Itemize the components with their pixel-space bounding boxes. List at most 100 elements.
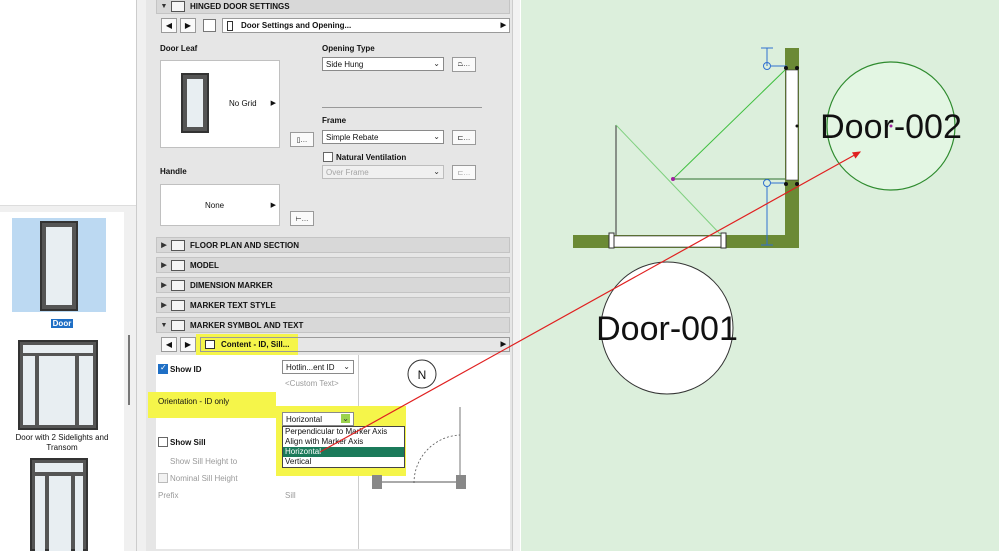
section-hinged-door-settings[interactable]: ▼ HINGED DOOR SETTINGS <box>156 0 510 14</box>
door-sidelights-thumbnail-icon <box>18 340 98 430</box>
collapse-triangle-icon: ▼ <box>160 2 168 10</box>
section-marker-text-style[interactable]: ▶ MARKER TEXT STYLE <box>156 297 510 313</box>
chevron-right-icon: ▶ <box>270 202 276 209</box>
door-leaf-preview-icon <box>181 73 209 133</box>
plan-canvas[interactable]: Door-002 Door-001 <box>521 0 999 551</box>
library-item-door[interactable]: Door <box>0 218 124 328</box>
show-id-checkbox[interactable] <box>158 363 168 374</box>
section-floor-plan[interactable]: ▶ FLOOR PLAN AND SECTION <box>156 237 510 253</box>
handle-options-button[interactable]: ⊢… <box>290 211 314 226</box>
opening-type-options-button[interactable]: ⏢… <box>452 57 476 72</box>
expand-triangle-icon: ▶ <box>161 302 167 309</box>
chevron-right-icon: ▶ <box>500 341 506 348</box>
library-panel: Door Door with 2 Sidelights and Transom <box>0 0 146 551</box>
floor-plan-icon <box>171 239 185 251</box>
show-sill-height-label: Show Sill Height to <box>170 457 238 466</box>
library-item-door-transom[interactable] <box>0 458 124 551</box>
jamb-left-icon <box>372 475 382 489</box>
model-icon <box>171 259 185 271</box>
door-leaf-options-button[interactable]: ▯… <box>290 132 314 147</box>
prev-page-button[interactable]: ◀ <box>161 337 177 352</box>
jamb-right-icon <box>456 475 466 489</box>
section-dimension-marker[interactable]: ▶ DIMENSION MARKER <box>156 277 510 293</box>
door-leaf-tile[interactable]: No Grid ▶ <box>160 60 280 148</box>
next-page-button[interactable]: ▶ <box>180 337 196 352</box>
chevron-down-icon: ⌄ <box>433 132 440 141</box>
floor-plan-drawing: Door-002 Door-001 <box>573 47 962 395</box>
chevron-down-icon: ⌄ <box>433 59 440 68</box>
library-item-label: Door <box>50 319 74 328</box>
chevron-down-icon: ⌄ <box>341 414 350 423</box>
door-settings-icon <box>171 0 185 12</box>
handle-value: None <box>205 201 225 210</box>
section-marker-symbol-and-text[interactable]: ▼ MARKER SYMBOL AND TEXT <box>156 317 510 333</box>
door-001-jamb-right <box>720 232 727 249</box>
handle-tile[interactable]: None ▶ <box>160 184 280 226</box>
hotspot <box>795 124 799 128</box>
hotspot <box>795 66 799 70</box>
divider <box>322 107 482 108</box>
settings-scrollbar[interactable] <box>512 0 520 551</box>
pivot-point <box>671 177 675 181</box>
door-icon <box>227 20 233 31</box>
nominal-sill-height-label: Nominal Sill Height <box>170 474 238 483</box>
orientation-select[interactable]: Horizontal ⌄ <box>282 412 354 426</box>
door-leaf-label: Door Leaf <box>160 44 198 53</box>
page-list-icon[interactable] <box>203 19 216 32</box>
marker-text-style-icon <box>171 299 185 311</box>
expand-triangle-icon: ▶ <box>161 242 167 249</box>
door-002-tag[interactable]: Door-002 <box>820 108 962 146</box>
expand-triangle-icon: ▶ <box>161 262 167 269</box>
library-item-door-sidelights[interactable]: Door with 2 Sidelights and Transom <box>0 338 124 453</box>
library-item-label: Door with 2 Sidelights and Transom <box>15 433 109 452</box>
show-sill-checkbox[interactable] <box>158 437 168 447</box>
orientation-label: Orientation - ID only <box>158 397 230 406</box>
frame-options-button[interactable]: ⊏… <box>452 130 476 145</box>
marker-page-selector[interactable]: Content - ID, Sill... ▶ <box>200 337 510 352</box>
door-001-tag[interactable]: Door-001 <box>596 310 738 348</box>
expand-triangle-icon: ▶ <box>161 282 167 289</box>
section-model[interactable]: ▶ MODEL <box>156 257 510 273</box>
ventilation-options-button: ⊏… <box>452 165 476 180</box>
north-label: N <box>418 368 427 382</box>
prev-page-button[interactable]: ◀ <box>161 18 177 33</box>
opening-type-label: Opening Type <box>322 44 375 53</box>
settings-page-selector[interactable]: Door Settings and Opening... ▶ <box>222 18 510 33</box>
door-002-swing <box>672 69 786 180</box>
hotspot <box>784 182 788 186</box>
nominal-sill-height-checkbox <box>158 473 168 483</box>
hotspot <box>784 66 788 70</box>
door-001-swing <box>615 124 722 236</box>
marker-preview: N <box>372 359 466 489</box>
show-id-select[interactable]: Hotlin...ent ID ⌄ <box>282 360 354 374</box>
ventilation-select: Over Frame ⌄ <box>322 165 444 179</box>
frame-select[interactable]: Simple Rebate ⌄ <box>322 130 444 144</box>
custom-text-placeholder: <Custom Text> <box>285 379 339 388</box>
next-page-button[interactable]: ▶ <box>180 18 196 33</box>
frame-label: Frame <box>322 116 347 125</box>
door-001-jamb-left <box>608 232 615 249</box>
chevron-right-icon: ▶ <box>500 22 506 29</box>
marker-symbol-icon <box>171 319 185 331</box>
door-transom-thumbnail-icon <box>30 458 88 551</box>
collapse-triangle-icon: ▼ <box>160 321 168 329</box>
dimension-marker-icon <box>171 279 185 291</box>
list-icon <box>205 340 215 349</box>
door-001-opening <box>612 235 726 248</box>
library-tree[interactable] <box>0 0 136 206</box>
chevron-down-icon: ⌄ <box>343 362 350 371</box>
library-scrollbar[interactable] <box>128 335 130 405</box>
dimension-handle-bottom <box>763 179 771 187</box>
library-object-list: Door Door with 2 Sidelights and Transom <box>0 212 124 551</box>
natural-ventilation-label: Natural Ventilation <box>336 153 407 162</box>
door-thumbnail-icon <box>40 221 78 311</box>
prefix-label: Prefix <box>158 491 179 500</box>
show-sill-label: Show Sill <box>170 438 206 447</box>
prefix-value: Sill <box>285 491 296 500</box>
show-id-label: Show ID <box>170 365 202 374</box>
chevron-right-icon: ▶ <box>270 100 276 107</box>
door-swing-arc-icon <box>413 434 461 484</box>
natural-ventilation-checkbox[interactable] <box>323 152 333 162</box>
opening-type-select[interactable]: Side Hung ⌄ <box>322 57 444 71</box>
handle-label: Handle <box>160 167 187 176</box>
